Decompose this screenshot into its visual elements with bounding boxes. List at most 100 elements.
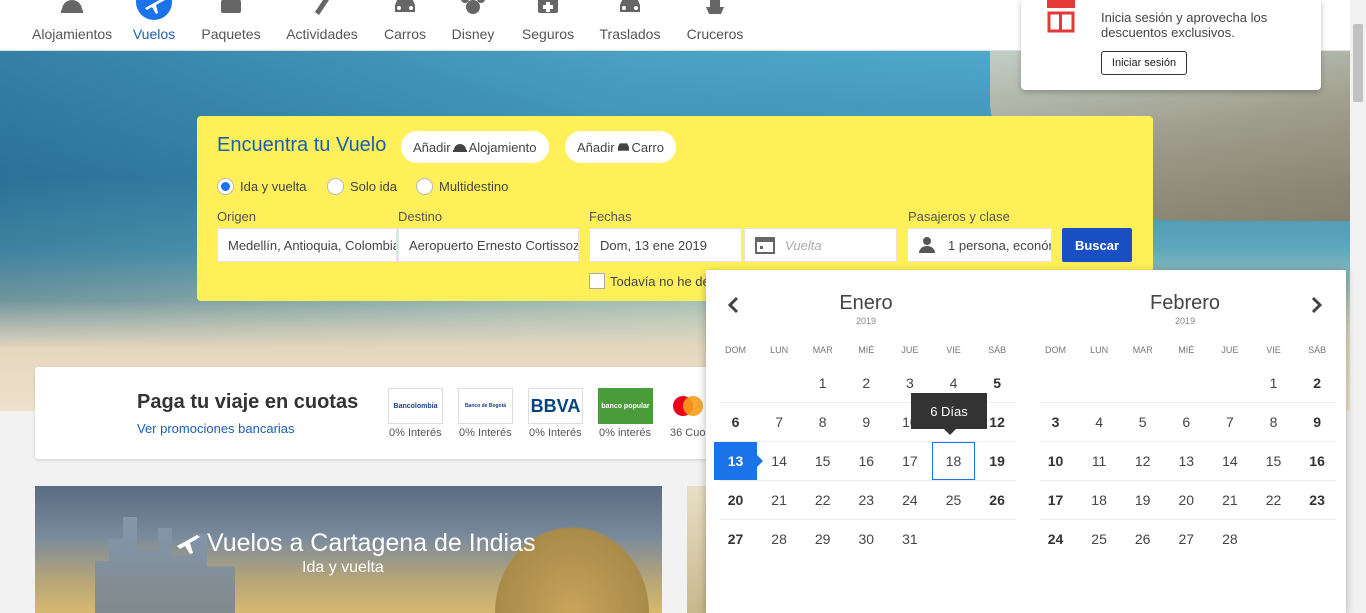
nav-item-carros[interactable]: Carros [382, 0, 428, 51]
calendar-day[interactable]: 6 [714, 403, 757, 441]
calendar-day[interactable]: 7 [758, 403, 801, 441]
calendar-day[interactable]: 25 [1078, 520, 1121, 558]
add-car-button[interactable]: Añadir Carro [565, 131, 676, 163]
calendar-day[interactable]: 29 [801, 520, 844, 558]
return-placeholder: Vuelta [785, 237, 822, 253]
nav-label: Actividades [286, 26, 358, 42]
calendar-day[interactable]: 19 [976, 442, 1019, 480]
calendar-day[interactable]: 23 [1296, 481, 1339, 519]
passengers-input[interactable]: 1 persona, económica [907, 228, 1052, 262]
calendar-day[interactable]: 13 [1165, 442, 1208, 480]
calendar-day[interactable]: 7 [1208, 403, 1251, 441]
radio-dot [217, 178, 234, 195]
calendar-day[interactable]: 21 [758, 481, 801, 519]
calendar-day[interactable]: 4 [1078, 403, 1121, 441]
login-message: Inicia sesión y aprovecha los descuentos… [1101, 10, 1268, 40]
calendar-day[interactable]: 27 [1165, 520, 1208, 558]
calendar-day[interactable]: 26 [1121, 520, 1164, 558]
calendar-day[interactable]: 9 [845, 403, 888, 441]
trip-type-oneway[interactable]: Solo ida [327, 178, 397, 195]
calendar-day[interactable]: 12 [1121, 442, 1164, 480]
bank-promotions-link[interactable]: Ver promociones bancarias [137, 421, 295, 436]
calendar-day[interactable]: 3 [1034, 403, 1077, 441]
calendar-day[interactable]: 28 [1208, 520, 1251, 558]
nav-item-vuelos[interactable]: Vuelos [126, 0, 182, 51]
nav-item-paquetes[interactable]: Paquetes [200, 0, 262, 51]
nav-label: Traslados [599, 26, 661, 42]
calendar-day[interactable]: 15 [801, 442, 844, 480]
destination-input[interactable]: Aeropuerto Ernesto Cortissoz [398, 228, 579, 262]
calendar-day[interactable]: 31 [888, 520, 931, 558]
scrollbar-thumb[interactable] [1353, 24, 1363, 102]
calendar-day[interactable]: 26 [976, 481, 1019, 519]
calendar-day[interactable]: 19 [1121, 481, 1164, 519]
calendar-day[interactable]: 6 [1165, 403, 1208, 441]
calendar-day[interactable]: 25 [932, 481, 975, 519]
calendar-day[interactable]: 14 [758, 442, 801, 480]
calendar-day[interactable]: 11 [1078, 442, 1121, 480]
calendar-day[interactable]: 2 [845, 364, 888, 402]
bank-logo-bogota[interactable]: Banco de Bogotá [458, 388, 513, 424]
calendar-day[interactable]: 5 [1121, 403, 1164, 441]
page-scrollbar[interactable] [1350, 0, 1366, 613]
return-date-input[interactable]: Vuelta [744, 228, 897, 262]
calendar-day[interactable]: 10 [1034, 442, 1077, 480]
hotel-bell-icon [61, 0, 83, 13]
search-button[interactable]: Buscar [1062, 228, 1132, 262]
nav-item-disney[interactable]: Disney [450, 0, 496, 51]
weekday-header: JUE [1221, 345, 1239, 355]
calendar-day[interactable]: 17 [1034, 481, 1077, 519]
person-icon [919, 237, 935, 253]
car-icon [620, 0, 640, 12]
calendar-day[interactable]: 8 [801, 403, 844, 441]
departure-date-input[interactable]: Dom, 13 ene 2019 [589, 228, 742, 262]
calendar-day[interactable]: 8 [1252, 403, 1295, 441]
month-year: 2019 [1174, 316, 1196, 326]
installments-title: Paga tu viaje en cuotas [137, 391, 359, 413]
weekday-header: MIÉ [1178, 345, 1195, 355]
bank-logo-popular[interactable]: banco popular [598, 388, 653, 424]
radio-label: Ida y vuelta [240, 179, 307, 194]
calendar-day[interactable]: 22 [801, 481, 844, 519]
calendar-day[interactable]: 20 [714, 481, 757, 519]
calendar-day[interactable]: 16 [1296, 442, 1339, 480]
calendar-day[interactable]: 23 [845, 481, 888, 519]
login-button[interactable]: Iniciar sesión [1101, 51, 1187, 75]
trip-type-roundtrip[interactable]: Ida y vuelta [217, 178, 307, 195]
calendar-day[interactable]: 24 [1034, 520, 1077, 558]
bank-logo-bbva[interactable]: BBVA [528, 388, 583, 424]
calendar-day[interactable]: 17 [888, 442, 931, 480]
nav-item-actividades[interactable]: Actividades [285, 0, 359, 51]
calendar-day[interactable]: 28 [758, 520, 801, 558]
calendar-day[interactable]: 15 [1252, 442, 1295, 480]
bank-logo-mastercard[interactable] [668, 388, 708, 424]
trip-type-multidestination[interactable]: Multidestino [416, 178, 508, 195]
nav-item-alojamientos[interactable]: Alojamientos [32, 0, 112, 51]
calendar-day[interactable]: 18 [1078, 481, 1121, 519]
origin-input[interactable]: Medellín, Antioquia, Colombia [217, 228, 397, 262]
bank-logo-bancolombia[interactable]: Bancolombia [388, 388, 443, 424]
calendar-day[interactable]: 9 [1296, 403, 1339, 441]
nav-item-cruceros[interactable]: Cruceros [685, 0, 745, 51]
calendar-day[interactable]: 21 [1208, 481, 1251, 519]
calendar-day[interactable]: 18 [932, 442, 975, 480]
radio-dot [327, 178, 344, 195]
bank-interest: 0% Interés [459, 427, 512, 439]
calendar-day[interactable]: 2 [1296, 364, 1339, 402]
weekday-header: MAR [812, 345, 833, 355]
calendar-day[interactable]: 13 [714, 442, 763, 480]
add-hotel-button[interactable]: Añadir Alojamiento [401, 131, 549, 163]
calendar-day[interactable]: 1 [801, 364, 844, 402]
ship-icon [706, 0, 724, 14]
calendar-day[interactable]: 1 [1252, 364, 1295, 402]
calendar-day[interactable]: 20 [1165, 481, 1208, 519]
nav-item-seguros[interactable]: Seguros [520, 0, 576, 51]
calendar-day[interactable]: 30 [845, 520, 888, 558]
calendar-day[interactable]: 16 [845, 442, 888, 480]
calendar-day[interactable]: 27 [714, 520, 757, 558]
calendar-day[interactable]: 14 [1208, 442, 1251, 480]
nav-item-traslados[interactable]: Traslados [598, 0, 662, 51]
calendar-day[interactable]: 24 [888, 481, 931, 519]
promo-card-cartagena[interactable]: Vuelos a Cartagena de Indias Ida y vuelt… [35, 486, 662, 613]
calendar-day[interactable]: 22 [1252, 481, 1295, 519]
